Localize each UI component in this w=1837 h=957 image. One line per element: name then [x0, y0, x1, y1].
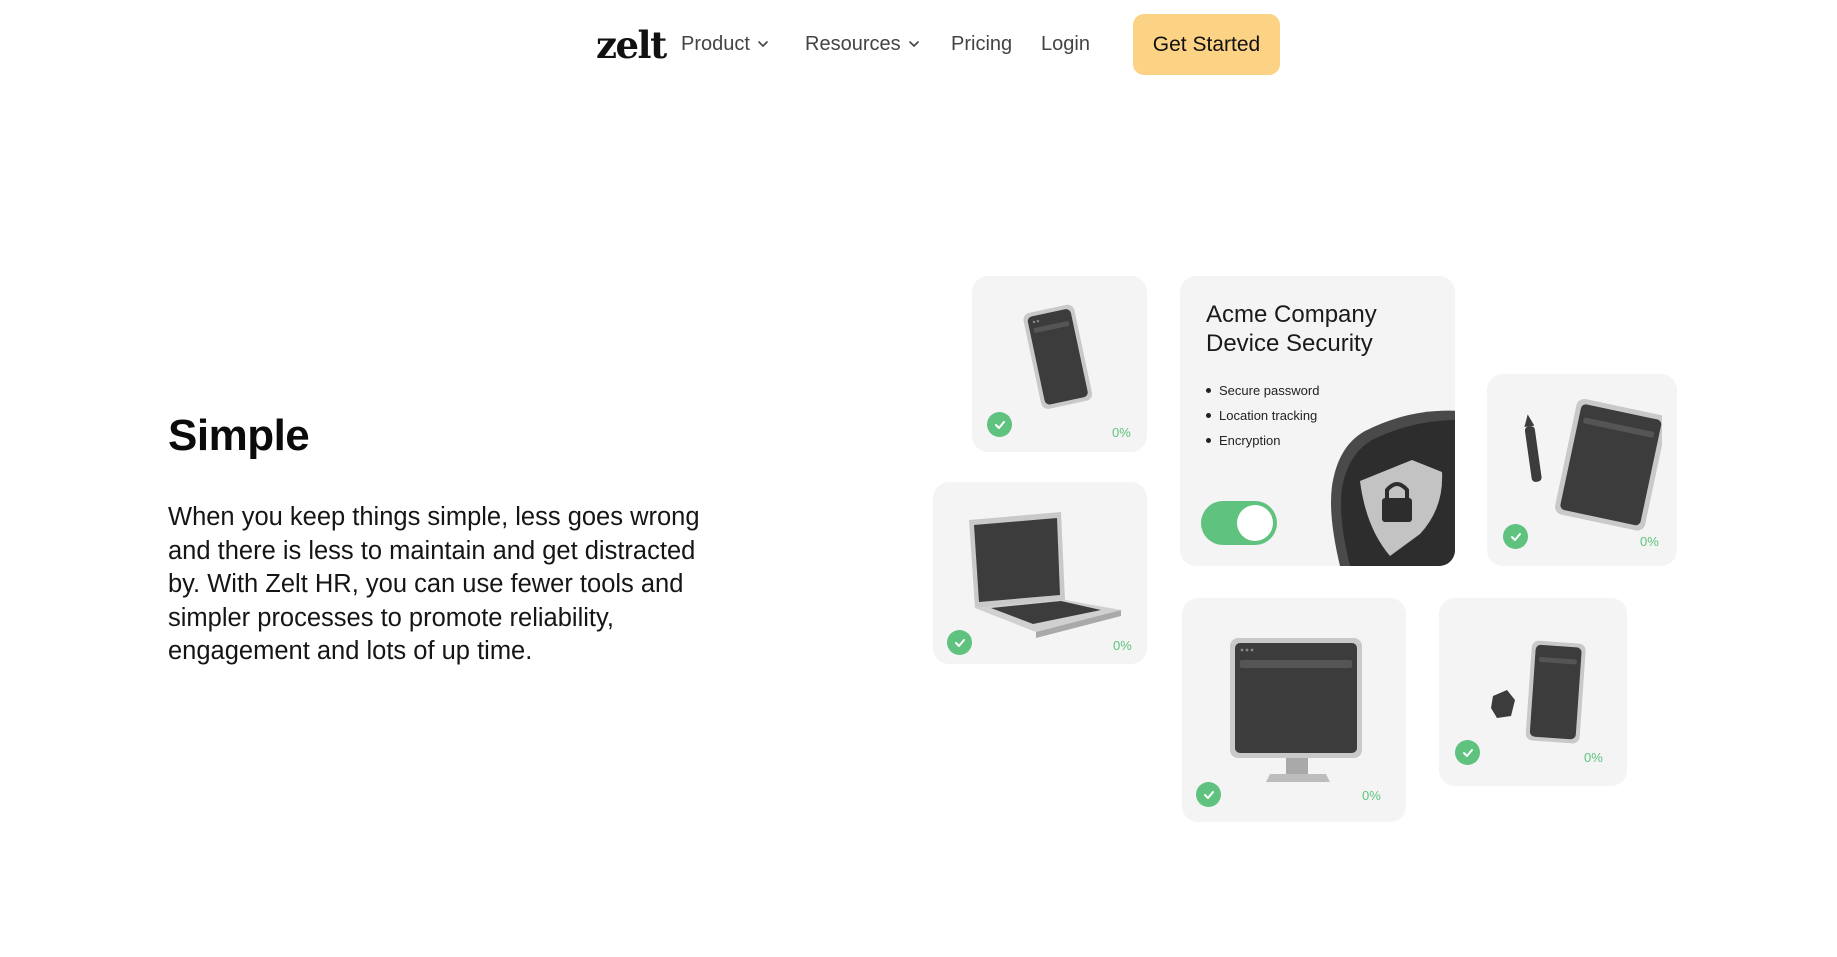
device-security-card: Acme Company Device Security Secure pass… — [1180, 276, 1455, 566]
nav-product[interactable]: Product — [681, 30, 770, 58]
nav-login[interactable]: Login — [1041, 30, 1090, 58]
device-card-monitor: 0% — [1182, 598, 1406, 822]
progress-label: 0% — [1640, 534, 1659, 549]
device-card-phone: 0% — [972, 276, 1147, 452]
chevron-down-icon — [758, 41, 768, 47]
shield-lock-icon — [1331, 410, 1455, 566]
check-icon — [1503, 524, 1528, 549]
phone-icon — [1023, 304, 1093, 409]
device-card-laptop: 0% — [933, 482, 1147, 664]
nav-resources[interactable]: Resources — [805, 30, 921, 58]
device-card-tablet: 0% — [1487, 374, 1677, 566]
progress-label: 0% — [1112, 425, 1131, 440]
feature-item: Location tracking — [1206, 403, 1319, 428]
top-nav: zelt Product Resources Pricing Login Get… — [0, 0, 1837, 90]
section-body: When you keep things simple, less goes w… — [168, 503, 700, 665]
nav-resources-label: Resources — [805, 33, 901, 55]
progress-label: 0% — [1584, 750, 1603, 765]
security-feature-list: Secure password Location tracking Encryp… — [1206, 378, 1319, 453]
get-started-button[interactable]: Get Started — [1133, 14, 1280, 75]
feature-item: Secure password — [1206, 378, 1319, 403]
device-card-phone-accessory: 0% — [1439, 598, 1627, 786]
feature-item: Encryption — [1206, 428, 1319, 453]
security-card-title: Acme Company Device Security — [1206, 301, 1377, 357]
device-security-illustration: 0% 0% Acme Company Device Security Secur… — [930, 270, 1730, 840]
progress-label: 0% — [1113, 638, 1132, 653]
nav-pricing[interactable]: Pricing — [951, 30, 1012, 58]
nav-login-label: Login — [1041, 33, 1090, 55]
nav-product-label: Product — [681, 33, 750, 55]
progress-label: 0% — [1362, 788, 1381, 803]
laptop-icon — [969, 512, 1121, 638]
security-toggle[interactable] — [1201, 501, 1277, 545]
nav-pricing-label: Pricing — [951, 33, 1013, 55]
check-icon — [987, 412, 1012, 437]
phone-icon — [1491, 640, 1586, 744]
check-icon — [1196, 782, 1221, 807]
check-icon — [947, 630, 972, 655]
zelt-logo[interactable]: zelt — [596, 22, 667, 68]
toggle-knob — [1237, 505, 1273, 541]
check-icon — [1455, 740, 1480, 765]
tablet-icon — [1524, 398, 1662, 531]
monitor-icon — [1230, 638, 1362, 782]
chevron-down-icon — [908, 41, 919, 47]
section-heading: Simple — [168, 411, 310, 460]
